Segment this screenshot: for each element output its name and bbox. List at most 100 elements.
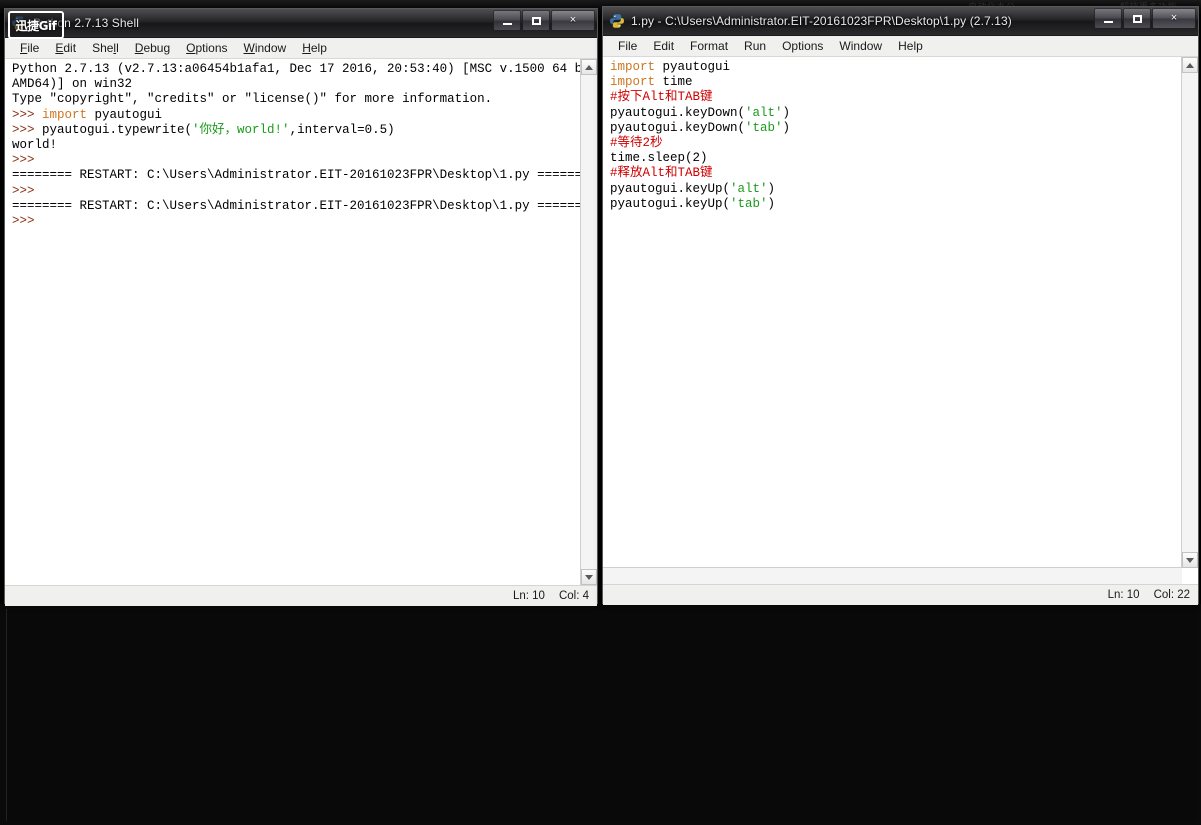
menu-window[interactable]: Window — [832, 38, 891, 54]
code-token: #等待2秒 — [610, 135, 663, 150]
code-token: pyautogui — [655, 60, 731, 74]
code-token: 'alt' — [730, 181, 768, 196]
shell-window-controls[interactable]: × — [492, 10, 595, 31]
editor-vertical-scrollbar[interactable] — [1181, 57, 1198, 568]
shell-text-content[interactable]: Python 2.7.13 (v2.7.13:a06454b1afa1, Dec… — [5, 59, 597, 229]
editor-column-indicator: Col: 22 — [1153, 589, 1190, 601]
code-line: >>> import pyautogui — [12, 108, 597, 123]
menu-shell[interactable]: Shell — [85, 40, 128, 56]
code-line: Type "copyright", "credits" or "license(… — [12, 92, 597, 107]
shell-output-area[interactable]: Python 2.7.13 (v2.7.13:a06454b1afa1, Dec… — [5, 59, 597, 585]
menu-edit[interactable]: Edit — [48, 40, 85, 56]
code-token: 'alt' — [745, 105, 783, 120]
code-token: >>> — [12, 213, 43, 228]
code-token: '你好，world!' — [192, 122, 290, 137]
code-line: pyautogui.keyDown('alt') — [610, 106, 1198, 121]
close-icon: × — [569, 14, 577, 26]
code-line: import pyautogui — [610, 60, 1198, 75]
code-line: >>> pyautogui.typewrite('你好，world!',inte… — [12, 123, 597, 138]
code-token: time — [655, 75, 693, 90]
maximize-icon — [531, 16, 541, 25]
code-token: pyautogui.keyDown( — [610, 105, 746, 120]
code-token: time.sleep(2) — [610, 151, 708, 166]
code-token: import — [42, 107, 88, 122]
code-line: >>> — [12, 153, 597, 168]
menu-options[interactable]: Options — [775, 38, 832, 54]
close-button[interactable]: × — [551, 10, 595, 31]
menu-options[interactable]: Options — [179, 40, 236, 56]
menu-format[interactable]: Format — [683, 38, 737, 54]
code-token: >>> — [12, 153, 43, 168]
editor-titlebar[interactable]: 1.py - C:\Users\Administrator.EIT-201610… — [603, 7, 1198, 36]
shell-line-indicator: Ln: 10 — [512, 590, 545, 602]
code-token: pyautogui.keyDown( — [610, 120, 746, 135]
code-token: import — [610, 75, 656, 90]
shell-menubar[interactable]: File Edit Shell Debug Options Window Hel… — [5, 38, 597, 59]
maximize-button[interactable] — [522, 10, 550, 31]
watermark-label: 迅捷Gif — [15, 18, 57, 33]
code-token: Python 2.7.13 (v2.7.13:a06454b1afa1, Dec… — [12, 62, 597, 76]
code-token: world! — [12, 137, 58, 152]
scroll-down-button[interactable] — [581, 569, 597, 585]
minimize-button[interactable] — [1094, 8, 1122, 29]
menu-file[interactable]: File — [13, 40, 48, 56]
code-line: #按下Alt和TAB键 — [610, 90, 1198, 105]
editor-window-controls[interactable]: × — [1093, 8, 1196, 29]
python-editor-window[interactable]: 1.py - C:\Users\Administrator.EIT-201610… — [602, 6, 1199, 605]
code-line: import time — [610, 75, 1198, 90]
code-line: pyautogui.keyUp('tab') — [610, 197, 1198, 212]
code-token: ) — [767, 196, 776, 211]
chevron-down-icon — [1186, 557, 1194, 563]
menu-help[interactable]: Help — [295, 40, 336, 56]
shell-titlebar[interactable]: Python 2.7.13 Shell × — [5, 9, 597, 38]
code-line: ======== RESTART: C:\Users\Administrator… — [12, 199, 597, 214]
code-token: pyautogui.keyUp( — [610, 181, 731, 196]
code-token: #释放Alt和TAB键 — [610, 166, 713, 181]
python-idle-icon — [609, 13, 625, 29]
code-token: ) — [767, 181, 776, 196]
menu-file[interactable]: File — [611, 38, 646, 54]
code-line: #释放Alt和TAB键 — [610, 166, 1198, 181]
code-token: ) — [782, 120, 791, 135]
menu-edit[interactable]: Edit — [646, 38, 683, 54]
shell-vertical-scrollbar[interactable] — [580, 59, 597, 585]
code-token: ======== RESTART: C:\Users\Administrator… — [12, 198, 597, 213]
menu-help[interactable]: Help — [891, 38, 932, 54]
scroll-down-button[interactable] — [1182, 552, 1198, 568]
scroll-up-button[interactable] — [581, 59, 597, 75]
chevron-up-icon — [1186, 62, 1194, 68]
minimize-button[interactable] — [493, 10, 521, 31]
code-line: AMD64)] on win32 — [12, 77, 597, 92]
editor-text-area[interactable]: import pyautogui import time #按下Alt和TAB键 py… — [603, 57, 1198, 584]
code-line: pyautogui.keyDown('tab') — [610, 121, 1198, 136]
editor-text-content[interactable]: import pyautogui import time #按下Alt和TAB键 py… — [603, 57, 1198, 212]
shell-statusbar: Ln: 10 Col: 4 — [5, 585, 597, 606]
python-shell-window[interactable]: Python 2.7.13 Shell × File Edit Shell De… — [4, 8, 598, 606]
scroll-up-button[interactable] — [1182, 57, 1198, 73]
code-token: >>> — [12, 183, 43, 198]
editor-horizontal-scrollbar[interactable] — [603, 567, 1182, 584]
code-line: >>> — [12, 214, 597, 229]
code-token: >>> — [12, 122, 43, 137]
maximize-icon — [1132, 14, 1142, 23]
close-button[interactable]: × — [1152, 8, 1196, 29]
close-icon: × — [1170, 12, 1178, 24]
menu-run[interactable]: Run — [737, 38, 775, 54]
menu-window[interactable]: Window — [237, 40, 296, 56]
code-token: pyautogui — [87, 107, 163, 122]
desktop-lower-panel — [6, 609, 1197, 821]
code-token: Type "copyright", "credits" or "license(… — [12, 92, 493, 107]
editor-statusbar: Ln: 10 Col: 22 — [603, 584, 1198, 605]
code-token: pyautogui.typewrite( — [42, 122, 193, 137]
shell-column-indicator: Col: 4 — [558, 590, 589, 602]
menu-debug[interactable]: Debug — [128, 40, 179, 56]
maximize-button[interactable] — [1123, 8, 1151, 29]
code-line: pyautogui.keyUp('alt') — [610, 182, 1198, 197]
editor-menubar[interactable]: File Edit Format Run Options Window Help — [603, 36, 1198, 57]
code-token: 'tab' — [745, 120, 783, 135]
minimize-icon — [502, 22, 512, 25]
code-token: #按下Alt和TAB键 — [610, 90, 713, 105]
code-token: 'tab' — [730, 196, 768, 211]
chevron-down-icon — [585, 574, 593, 580]
code-line: world! — [12, 138, 597, 153]
